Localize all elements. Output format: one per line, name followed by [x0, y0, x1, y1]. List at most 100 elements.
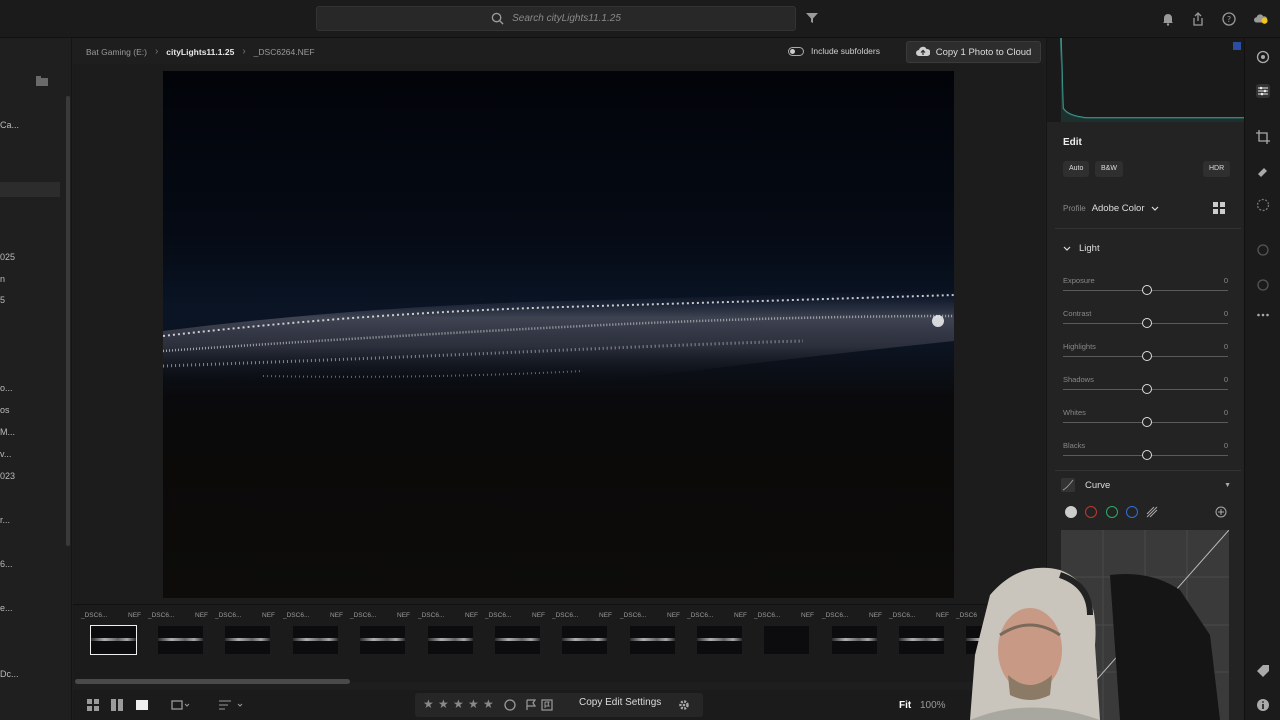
breadcrumb-folder[interactable]: cityLights11.1.25	[166, 47, 234, 57]
more-options-icon[interactable]	[1256, 308, 1270, 322]
slider-value[interactable]: 0	[1224, 342, 1228, 351]
left-panel-item[interactable]: 6...	[0, 559, 13, 569]
cloud-status-icon[interactable]	[1254, 12, 1268, 26]
profile-browser-icon[interactable]	[1213, 202, 1225, 214]
filmstrip-thumb[interactable]: _DSC6... NEF	[81, 612, 141, 655]
left-panel-item[interactable]: Ca...	[0, 120, 19, 130]
left-panel-item[interactable]: Dc...	[0, 669, 19, 679]
left-panel-item[interactable]: 025	[0, 252, 15, 262]
contrast-slider[interactable]: Contrast 0	[1063, 309, 1228, 331]
curve-red-channel[interactable]	[1085, 506, 1097, 518]
left-panel-item[interactable]: v...	[0, 449, 11, 459]
filmstrip-thumb[interactable]: _DSC6... NEF	[889, 612, 949, 654]
masking-icon[interactable]	[1256, 198, 1270, 212]
edit-sliders-icon[interactable]	[1256, 84, 1270, 98]
filter-icon[interactable]	[806, 12, 818, 24]
curve-green-channel[interactable]	[1106, 506, 1118, 518]
left-panel-item[interactable]: e...	[0, 603, 13, 613]
slider-knob[interactable]	[1142, 318, 1152, 328]
info-icon[interactable]	[1256, 698, 1270, 712]
filmstrip-thumb[interactable]: _DSC6... NEF	[148, 612, 208, 654]
filmstrip-thumb[interactable]: _DSC6... NEF	[687, 612, 747, 654]
healing-icon[interactable]	[1256, 164, 1270, 178]
filmstrip-thumb[interactable]: _DSC6... NEF	[418, 612, 478, 654]
filmstrip-thumb[interactable]: _DSC6... NEF	[350, 612, 410, 654]
folder-icon[interactable]	[36, 76, 48, 86]
blacks-slider[interactable]: Blacks 0	[1063, 441, 1228, 463]
curve-section-header[interactable]: Curve ▼	[1061, 478, 1231, 492]
breadcrumb-drive[interactable]: Bat Gaming (E:)	[86, 47, 147, 57]
slider-knob[interactable]	[1142, 417, 1152, 427]
reject-circle-icon[interactable]	[504, 699, 516, 711]
exposure-slider[interactable]: Exposure 0	[1063, 276, 1228, 298]
left-panel-item[interactable]: M...	[0, 427, 15, 437]
left-panel-item[interactable]: os	[0, 405, 10, 415]
filmstrip-thumb[interactable]: _DSC6... NEF	[620, 612, 680, 654]
reject-flag-icon[interactable]	[541, 699, 553, 711]
left-panel-item[interactable]: 023	[0, 471, 15, 481]
filmstrip-thumb[interactable]: _DSC6... NEF	[283, 612, 343, 654]
slider-knob[interactable]	[1142, 450, 1152, 460]
slider-knob[interactable]	[1142, 384, 1152, 394]
toggle-switch[interactable]	[788, 46, 804, 56]
slider-value[interactable]: 0	[1224, 309, 1228, 318]
left-panel-selection[interactable]	[0, 182, 60, 197]
zoom-100-button[interactable]: 100%	[920, 700, 946, 711]
slider-knob[interactable]	[1142, 351, 1152, 361]
slider-value[interactable]: 0	[1224, 408, 1228, 417]
gear-icon[interactable]	[678, 699, 690, 711]
sort-icon[interactable]	[219, 699, 245, 711]
filmstrip-thumb[interactable]: _DSC6... NEF	[485, 612, 545, 654]
star-icon[interactable]: ★	[423, 697, 434, 711]
curve-rgb-channel[interactable]	[1065, 506, 1077, 518]
grid-view-icon[interactable]	[87, 699, 99, 711]
left-panel-scrollbar[interactable]	[66, 96, 70, 546]
whites-slider[interactable]: Whites 0	[1063, 408, 1228, 430]
fit-zoom-button[interactable]: Fit	[899, 700, 911, 711]
slider-value[interactable]: 0	[1224, 375, 1228, 384]
left-panel-item[interactable]: r...	[0, 515, 10, 525]
include-subfolders[interactable]: Include subfolders	[788, 46, 880, 56]
copy-edit-settings-button[interactable]: Copy Edit Settings	[579, 697, 661, 708]
filmstrip-thumb[interactable]: _DSC6... NEF	[552, 612, 612, 654]
parametric-curve-icon[interactable]	[1146, 506, 1158, 518]
crop-icon[interactable]	[1256, 130, 1270, 144]
share-icon[interactable]	[1191, 12, 1205, 26]
star-icon[interactable]: ★	[483, 697, 494, 711]
slider-value[interactable]: 0	[1224, 441, 1228, 450]
profile-selector[interactable]: Profile Adobe Color	[1063, 203, 1159, 214]
filmstrip-thumb[interactable]: _DSC6... NEF	[822, 612, 882, 654]
auto-button[interactable]: Auto	[1063, 161, 1090, 177]
star-icon[interactable]: ★	[453, 697, 464, 711]
main-photo[interactable]	[163, 71, 954, 598]
bw-button[interactable]: B&W	[1095, 161, 1123, 177]
redeye-icon[interactable]	[1256, 243, 1270, 257]
collapse-triangle-icon[interactable]: ▼	[1224, 482, 1231, 489]
history-icon[interactable]	[1256, 278, 1270, 292]
slider-value[interactable]: 0	[1224, 276, 1228, 285]
target-adjust-icon[interactable]	[1215, 506, 1227, 518]
copy-to-cloud-button[interactable]: Copy 1 Photo to Cloud	[906, 41, 1041, 63]
clipping-indicator[interactable]	[1233, 42, 1241, 50]
slider-knob[interactable]	[1142, 285, 1152, 295]
filmstrip-thumb[interactable]: _DSC6... NEF	[215, 612, 275, 654]
left-panel-item[interactable]: n	[0, 274, 5, 284]
detail-view-icon[interactable]	[136, 699, 148, 711]
tag-icon[interactable]	[1256, 664, 1270, 678]
flag-icon[interactable]	[525, 699, 537, 711]
bell-icon[interactable]	[1161, 12, 1175, 26]
search-field[interactable]: Search cityLights11.1.25	[316, 6, 796, 31]
left-panel-item[interactable]: o...	[0, 383, 13, 393]
left-panel-item[interactable]: 5	[0, 295, 5, 305]
filmstrip-thumb[interactable]: _DSC6... NEF	[754, 612, 814, 654]
hdr-button[interactable]: HDR	[1203, 161, 1231, 177]
presets-icon[interactable]	[1256, 50, 1270, 64]
highlights-slider[interactable]: Highlights 0	[1063, 342, 1228, 364]
light-section-header[interactable]: Light	[1063, 243, 1100, 254]
compare-icon[interactable]	[171, 699, 191, 711]
shadows-slider[interactable]: Shadows 0	[1063, 375, 1228, 397]
filmstrip-scrollbar[interactable]	[75, 679, 350, 684]
help-icon[interactable]: ?	[1222, 12, 1236, 26]
curve-blue-channel[interactable]	[1126, 506, 1138, 518]
square-grid-icon[interactable]	[111, 699, 123, 711]
